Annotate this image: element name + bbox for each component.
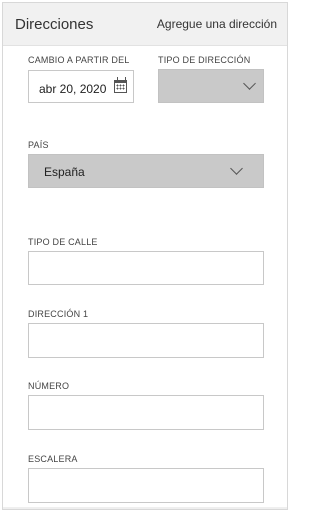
chevron-down-icon [243, 77, 256, 90]
staircase-input[interactable] [28, 468, 264, 503]
country-value: España [44, 165, 85, 179]
country-label: PAÍS [28, 140, 49, 150]
number-input[interactable] [28, 395, 264, 430]
addresses-panel: Direcciones Agregue una dirección CAMBIO… [2, 2, 288, 510]
page-title: Direcciones [15, 16, 94, 33]
number-label: NÚMERO [28, 381, 70, 391]
effective-date-input[interactable]: abr 20, 2020 [28, 70, 134, 103]
panel-bottom-edge [3, 507, 287, 509]
effective-date-label: CAMBIO A PARTIR DEL [28, 55, 130, 65]
address-1-input[interactable] [28, 323, 264, 358]
address-1-label: DIRECCIÓN 1 [28, 309, 89, 319]
street-type-label: TIPO DE CALLE [28, 237, 98, 247]
street-type-input[interactable] [28, 251, 264, 285]
panel-header: Direcciones Agregue una dirección [3, 3, 287, 46]
staircase-label: ESCALERA [28, 454, 78, 464]
calendar-icon[interactable] [114, 77, 127, 93]
chevron-down-icon [230, 162, 243, 175]
address-type-label: TIPO DE DIRECCIÓN [158, 55, 251, 65]
country-select[interactable]: España [28, 154, 264, 188]
effective-date-value: abr 20, 2020 [39, 82, 107, 96]
add-address-link[interactable]: Agregue una dirección [157, 17, 277, 31]
address-type-select[interactable] [158, 69, 264, 103]
